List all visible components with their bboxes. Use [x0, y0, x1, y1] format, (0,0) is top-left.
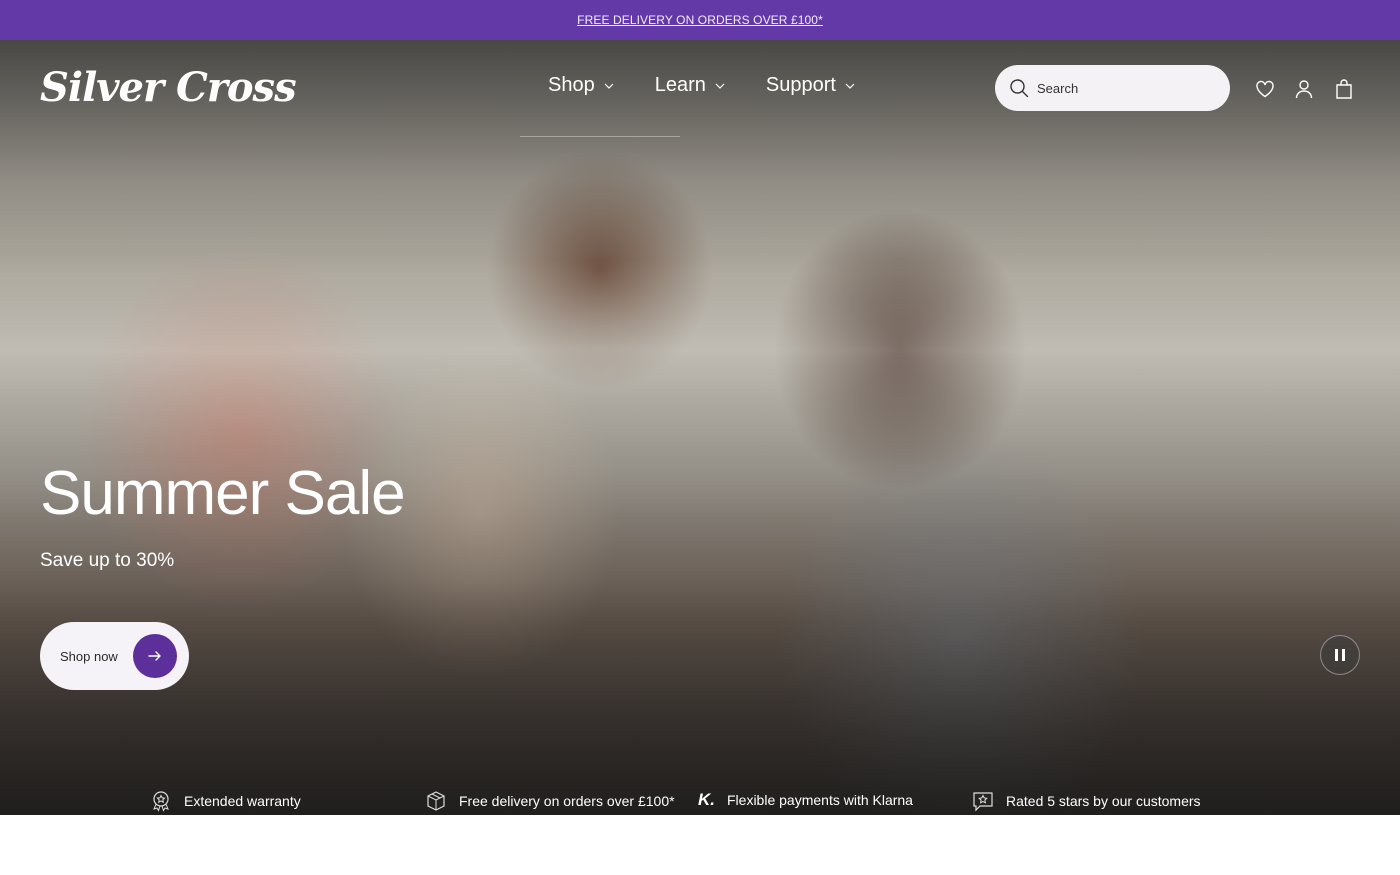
- nav-label: Support: [765, 74, 836, 96]
- chevron-down-icon: [715, 83, 725, 89]
- star-chat-icon: [973, 792, 993, 812]
- nav-shop[interactable]: Shop: [548, 74, 615, 97]
- usp-bar: Extended warranty Free delivery on order…: [0, 767, 1400, 815]
- chevron-down-icon: [845, 83, 855, 89]
- heart-icon[interactable]: [1254, 78, 1276, 100]
- hero-overlay: [0, 40, 1400, 815]
- search-input[interactable]: [1037, 80, 1207, 96]
- usp-label: Extended warranty: [184, 793, 301, 809]
- free-delivery-link[interactable]: FREE DELIVERY ON ORDERS OVER £100*: [577, 13, 823, 27]
- hero-subtitle: Save up to 30%: [40, 550, 175, 571]
- search-box[interactable]: [995, 65, 1230, 111]
- nav-support[interactable]: Support: [766, 74, 856, 97]
- nav-label: Shop: [548, 74, 595, 96]
- bag-icon[interactable]: [1333, 78, 1355, 100]
- usp-rated-5-stars: Rated 5 stars by our customers: [972, 790, 1201, 812]
- hero-banner: Summer Sale Save up to 30% Shop now Exte…: [0, 40, 1400, 815]
- hero-title: Summer Sale: [40, 459, 406, 528]
- arrow-right-icon: [133, 634, 177, 678]
- shop-now-label: Shop now: [60, 648, 118, 664]
- usp-free-delivery: Free delivery on orders over £100*: [425, 790, 675, 812]
- shop-now-button[interactable]: Shop now: [40, 622, 189, 690]
- usp-klarna: K. Flexible payments with Klarna: [698, 790, 913, 810]
- announcement-bar: FREE DELIVERY ON ORDERS OVER £100*: [0, 0, 1400, 40]
- chevron-down-icon: [604, 83, 614, 89]
- silver-cross-logo[interactable]: Silver Cross: [40, 64, 297, 112]
- usp-label: Rated 5 stars by our customers: [1006, 793, 1201, 809]
- user-icon[interactable]: [1293, 78, 1315, 100]
- usp-extended-warranty: Extended warranty: [150, 790, 301, 812]
- nav-divider: [520, 136, 680, 137]
- usp-label: Free delivery on orders over £100*: [459, 793, 675, 809]
- box-icon: [427, 791, 445, 811]
- main-nav: Shop Learn Support: [548, 74, 896, 97]
- usp-label: Flexible payments with Klarna: [727, 792, 913, 808]
- warranty-badge-icon: [153, 791, 169, 812]
- pause-video-button[interactable]: [1320, 635, 1360, 675]
- nav-learn[interactable]: Learn: [655, 74, 726, 97]
- klarna-logo-icon: K.: [698, 790, 715, 809]
- site-header: Silver Cross Shop Learn Support: [0, 40, 1400, 137]
- pause-icon: [1335, 649, 1345, 661]
- search-icon: [1010, 79, 1029, 98]
- nav-label: Learn: [654, 74, 706, 96]
